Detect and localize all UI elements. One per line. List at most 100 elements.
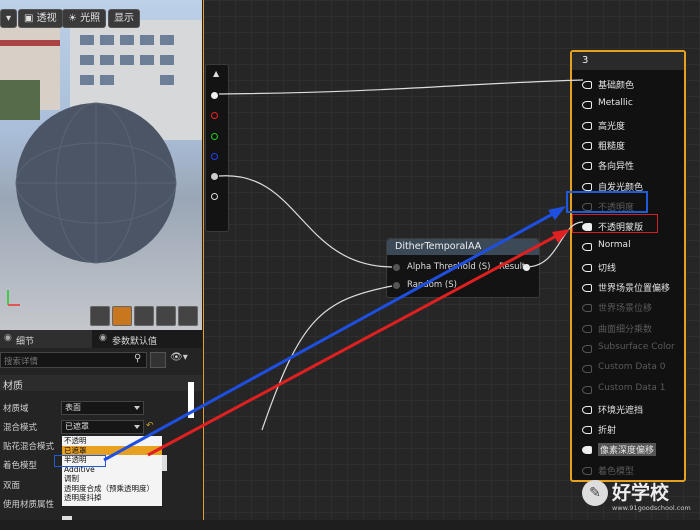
pin-connector-icon[interactable] (582, 284, 592, 292)
material-pin-label: 各向异性 (598, 162, 635, 173)
material-result-node[interactable]: 3 基础颜色 Metallic 高光度 粗糙度 各向异性 自发光颜色 不透明度 不透明蒙版 No… (570, 50, 686, 482)
pin-connector-icon[interactable] (582, 446, 592, 455)
texture-sample-node[interactable]: ▲ (205, 64, 229, 232)
pin-connector-icon[interactable] (582, 304, 592, 313)
rgb-pin[interactable] (211, 92, 218, 99)
material-pin-row[interactable]: 曲面细分乘数 (582, 320, 662, 338)
node-header: DitherTemporalAA (387, 239, 539, 255)
a-pin[interactable] (211, 173, 218, 180)
dither-temporal-aa-node[interactable]: DitherTemporalAA Alpha Threshold (S) Res… (386, 238, 540, 298)
material-pin-row[interactable]: 粗糙度 (582, 137, 662, 155)
dropdown-scrollbar[interactable] (162, 455, 167, 471)
material-node-header: 3 (572, 52, 684, 70)
grid-view-icon[interactable] (150, 352, 166, 368)
alpha-threshold-pin[interactable] (393, 264, 400, 271)
cylinder-preview-icon[interactable] (90, 306, 110, 326)
pin-connector-icon[interactable] (582, 141, 592, 150)
material-pin-row[interactable]: 折射 (582, 421, 662, 439)
material-pin-label: Normal (598, 240, 631, 251)
material-pin-row[interactable]: 着色模型 (582, 462, 662, 480)
material-pin-row[interactable]: 世界场景位置偏移 (582, 279, 670, 297)
sphere-preview-icon[interactable] (112, 306, 132, 326)
translucent-highlight-box (54, 455, 106, 467)
search-icon: ⚲ (134, 353, 142, 364)
chevron-down-icon (134, 425, 140, 429)
details-tab-bar: ◉ 细节 ◉ 参数默认值 (0, 330, 202, 348)
material-pin-row[interactable]: Custom Data 1 (582, 381, 665, 399)
result-pin[interactable] (523, 264, 530, 271)
details-icon: ◉ (4, 333, 12, 343)
opacity-highlight-box (566, 191, 648, 213)
material-pin-label: 高光度 (598, 121, 626, 132)
search-details-input[interactable]: 搜索详情 ⚲ (0, 352, 147, 368)
pin-connector-icon[interactable] (582, 243, 592, 252)
option-alpha-holdout[interactable]: 透明度抖掉 (62, 493, 162, 503)
perspective-icon: ▣ (24, 13, 34, 24)
material-section-header[interactable]: 材质 (0, 375, 202, 392)
material-pin-label: Custom Data 0 (598, 362, 666, 373)
sun-icon: ☀ (68, 13, 77, 24)
material-pin-row[interactable]: Normal (582, 238, 662, 256)
viewport-scene (0, 20, 202, 306)
viewport-menu-button[interactable]: ▾ (0, 9, 18, 28)
pin-connector-icon[interactable] (582, 426, 592, 435)
blend-mode-dropdown: 不透明 已遮罩 半透明 Additive 调制 透明度合成（预乘透明度） 透明度… (61, 435, 163, 507)
reset-arrow-icon[interactable]: ↶ (146, 421, 154, 431)
rgba-pin[interactable] (211, 193, 218, 200)
checkbox[interactable] (62, 516, 72, 520)
material-pin-label: 曲面细分乘数 (598, 324, 653, 335)
pin-connector-icon[interactable] (582, 263, 592, 272)
pin-connector-icon[interactable] (582, 466, 592, 475)
material-pin-label: Subsurface Color (598, 341, 675, 352)
pin-connector-icon[interactable] (582, 405, 592, 414)
perspective-button[interactable]: ▣ 透视 (18, 9, 63, 28)
material-pin-row[interactable]: 切线 (582, 259, 662, 277)
material-pin-row[interactable]: Subsurface Color (582, 340, 675, 358)
tab-details[interactable]: ◉ 细节 (0, 330, 92, 348)
material-pin-row[interactable]: 环境光遮挡 (582, 401, 662, 419)
material-domain-combo[interactable]: 表面 (61, 401, 144, 415)
pin-connector-icon[interactable] (582, 385, 592, 394)
g-pin[interactable] (211, 133, 218, 140)
material-pin-row[interactable]: 高光度 (582, 117, 662, 135)
custom-mesh-icon[interactable] (178, 306, 198, 326)
option-alpha-composite[interactable]: 透明度合成（预乘透明度） (62, 484, 162, 494)
pin-connector-icon[interactable] (582, 324, 592, 333)
preview-viewport[interactable]: ▾ ▣ 透视 ☀ 光照 显示 (0, 0, 202, 330)
pin-connector-icon[interactable] (582, 81, 592, 89)
blend-mode-combo[interactable]: 已遮罩 (61, 420, 144, 434)
cube-preview-icon[interactable] (156, 306, 176, 326)
material-pin-label: 像素深度偏移 (598, 443, 657, 457)
tab-param-defaults[interactable]: ◉ 参数默认值 (96, 330, 200, 348)
material-pin-row[interactable]: 各向异性 (582, 157, 662, 175)
material-pin-label: 粗糙度 (598, 141, 626, 152)
option-opaque[interactable]: 不透明 (62, 436, 162, 446)
option-masked[interactable]: 已遮罩 (62, 445, 162, 455)
material-pin-row[interactable]: 世界场景位移 (582, 299, 662, 317)
pin-connector-icon[interactable] (582, 101, 592, 110)
material-pin-row[interactable]: Metallic (582, 96, 662, 114)
material-pin-label: 世界场景位置偏移 (598, 284, 671, 294)
material-pin-row[interactable]: 基础颜色 (582, 76, 662, 94)
pin-connector-icon[interactable] (582, 121, 592, 130)
lit-button[interactable]: ☀ 光照 (62, 9, 107, 28)
material-pin-row[interactable]: 像素深度偏移 (582, 441, 662, 459)
eye-icon[interactable]: 👁▾ (170, 352, 188, 363)
pin-connector-icon[interactable] (582, 162, 592, 171)
pin-connector-icon[interactable] (582, 344, 592, 353)
pin-connector-icon[interactable] (582, 365, 592, 374)
material-pin-label: 基础颜色 (598, 81, 635, 91)
row-blend-mode: 混合模式 已遮罩 ↶ (3, 420, 154, 434)
random-pin[interactable] (393, 282, 400, 289)
option-modulate[interactable]: 调制 (62, 474, 162, 484)
collapse-arrow-icon[interactable]: ▲ (213, 69, 219, 78)
material-pin-label: 着色模型 (598, 466, 635, 477)
show-button[interactable]: 显示 (108, 9, 140, 28)
b-pin[interactable] (211, 153, 218, 160)
material-pin-row[interactable]: Custom Data 0 (582, 360, 666, 378)
plane-preview-icon[interactable] (134, 306, 154, 326)
pin-connector-icon[interactable] (582, 182, 592, 191)
row-material-domain: 材质域 表面 (0, 400, 202, 416)
opacity-mask-highlight-box (572, 214, 658, 233)
r-pin[interactable] (211, 112, 218, 119)
